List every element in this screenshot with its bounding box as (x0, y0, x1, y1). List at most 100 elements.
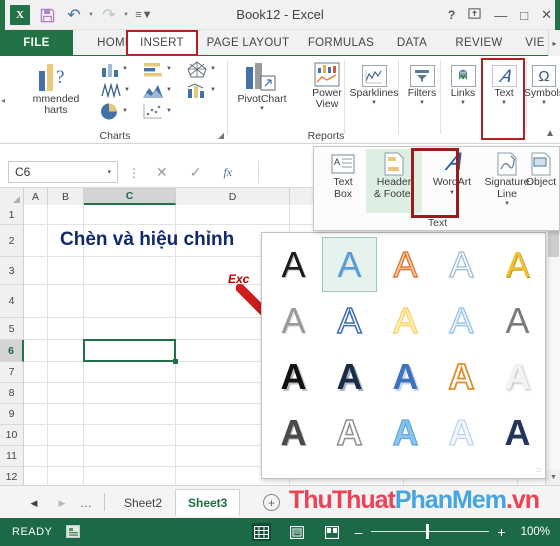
tab-formulas[interactable]: FORMULAS (302, 30, 380, 56)
statistic-chart-caret-icon[interactable]: ▼ (124, 87, 130, 93)
row-header-6[interactable]: 6 (0, 340, 24, 362)
undo-dropdown-icon[interactable]: ▼ (88, 12, 94, 18)
insert-function-icon[interactable]: fx (223, 165, 232, 180)
symbols-button[interactable]: Ω Symbols ▼ (524, 64, 560, 106)
column-chart-caret-icon[interactable]: ▼ (122, 66, 128, 72)
wordart-style-7-cell[interactable]: A (322, 293, 377, 348)
row-header-8[interactable]: 8 (0, 383, 24, 404)
filters-button[interactable]: Filters ▼ (402, 64, 442, 106)
symbols-caret-icon[interactable]: ▼ (541, 100, 547, 106)
ribbon-display-options-icon[interactable] (468, 7, 481, 23)
wordart-style-9-cell[interactable]: A (434, 293, 489, 348)
row-header-4[interactable]: 4 (0, 285, 24, 318)
power-view-button[interactable]: Power View (305, 60, 349, 110)
selected-cell-c6[interactable] (83, 339, 176, 362)
row-header-7[interactable]: 7 (0, 362, 24, 383)
row-header-5[interactable]: 5 (0, 318, 24, 340)
formula-bar-handle[interactable]: ⋮ (128, 166, 140, 180)
sparklines-caret-icon[interactable]: ▼ (371, 100, 377, 106)
radar-chart-caret-icon[interactable]: ▼ (210, 66, 216, 72)
scatter-chart-caret-icon[interactable]: ▼ (166, 108, 172, 114)
undo-icon[interactable]: ↶ (62, 3, 86, 27)
tab-file[interactable]: FILE (0, 30, 73, 56)
name-box[interactable]: C6 ▾ (8, 161, 118, 183)
page-layout-view-icon[interactable] (287, 523, 306, 541)
wordart-style-20-cell[interactable]: A (490, 405, 545, 460)
statistic-chart-icon[interactable] (100, 82, 122, 104)
scroll-down-icon[interactable]: ▼ (546, 470, 560, 485)
wordart-style-18-cell[interactable]: A (378, 405, 433, 460)
save-icon[interactable] (35, 3, 59, 27)
tab-review[interactable]: REVIEW (444, 30, 514, 56)
fill-handle[interactable] (173, 359, 178, 364)
sparklines-button[interactable]: Sparklines ▼ (349, 64, 399, 106)
scatter-chart-icon[interactable] (142, 103, 164, 125)
sheet-tab-sheet2[interactable]: Sheet2 (112, 489, 174, 516)
pie-chart-caret-icon[interactable]: ▼ (122, 108, 128, 114)
wordart-style-3-cell[interactable]: A (378, 237, 433, 292)
object-button[interactable]: Object (520, 151, 560, 209)
charts-dialog-launcher-icon[interactable]: ◢ (218, 131, 224, 140)
pie-chart-icon[interactable] (100, 103, 120, 125)
area-chart-caret-icon[interactable]: ▼ (166, 87, 172, 93)
macro-record-icon[interactable] (66, 525, 80, 538)
wordart-style-5-cell[interactable]: A (490, 237, 545, 292)
help-icon[interactable]: ? (448, 8, 455, 22)
links-button[interactable]: Links ▼ (444, 64, 482, 106)
wordart-style-2-cell[interactable]: A (322, 237, 377, 292)
wordart-caret-icon[interactable]: ▼ (449, 190, 455, 196)
area-chart-icon[interactable] (142, 82, 164, 104)
sheet-nav-first-icon[interactable]: ◀ (26, 495, 42, 511)
wordart-style-14-cell[interactable]: A (434, 349, 489, 404)
radar-chart-icon[interactable] (186, 61, 208, 83)
maximize-icon[interactable]: □ (520, 8, 528, 23)
wordart-style-4-cell[interactable]: A (434, 237, 489, 292)
bar-chart-icon[interactable] (142, 61, 164, 83)
pivotchart-button[interactable]: PivotChart ▼ (232, 60, 292, 112)
customize-quick-access-icon[interactable]: ≡▼ (132, 3, 156, 27)
combo-chart-caret-icon[interactable]: ▼ (210, 87, 216, 93)
normal-view-icon[interactable] (252, 523, 271, 541)
minimize-icon[interactable]: — (494, 8, 507, 23)
row-header-12[interactable]: 12 (0, 467, 24, 485)
enter-formula-icon[interactable]: ✓ (190, 164, 202, 181)
wordart-style-16-cell[interactable]: A (266, 405, 321, 460)
wordart-style-10-cell[interactable]: A (490, 293, 545, 348)
combo-chart-icon[interactable] (186, 82, 208, 104)
tab-view[interactable]: VIE (518, 30, 552, 56)
sheet-nav-more-icon[interactable]: … (80, 496, 93, 510)
sheet-nav-last-icon[interactable]: ▶ (54, 495, 70, 511)
zoom-in-icon[interactable]: + (496, 524, 507, 540)
wordart-button[interactable]: 𝐴 WordArt ▼ (424, 151, 480, 209)
redo-icon[interactable]: ↷ (97, 3, 121, 27)
row-header-3[interactable]: 3 (0, 257, 24, 285)
text-caret-icon[interactable]: ▼ (501, 100, 507, 106)
links-caret-icon[interactable]: ▼ (460, 100, 466, 106)
pivotchart-caret-icon[interactable]: ▼ (259, 106, 265, 112)
redo-dropdown-icon[interactable]: ▼ (123, 12, 129, 18)
close-icon[interactable]: ✕ (541, 7, 552, 23)
tab-page-layout[interactable]: PAGE LAYOUT (198, 30, 298, 56)
page-break-view-icon[interactable] (322, 523, 341, 541)
zoom-slider-knob[interactable] (426, 524, 429, 539)
wordart-style-15-cell[interactable]: A (490, 349, 545, 404)
tab-data[interactable]: DATA (388, 30, 436, 56)
wordart-style-19-cell[interactable]: A (434, 405, 489, 460)
new-sheet-button[interactable]: + (263, 494, 280, 511)
ribbon-overflow-icon[interactable]: ▸ (548, 30, 560, 56)
column-header-b[interactable]: B (48, 188, 84, 205)
bar-chart-caret-icon[interactable]: ▼ (166, 66, 172, 72)
column-header-c[interactable]: C (84, 188, 176, 205)
cancel-formula-icon[interactable]: ✕ (156, 164, 168, 181)
wordart-style-11-cell[interactable]: A (266, 349, 321, 404)
zoom-slider[interactable] (371, 523, 489, 540)
row-header-1[interactable]: 1 (0, 205, 24, 225)
text-box-button[interactable]: A Text Box (320, 151, 366, 209)
wordart-style-13-cell[interactable]: A (378, 349, 433, 404)
text-button[interactable]: 𝐴 Text ▼ (485, 64, 523, 106)
signature-line-caret-icon[interactable]: ▼ (504, 201, 510, 207)
row-header-11[interactable]: 11 (0, 446, 24, 467)
wordart-style-12-cell[interactable]: A (322, 349, 377, 404)
header-footer-button[interactable]: Header & Footer (366, 149, 422, 213)
zoom-out-icon[interactable]: – (353, 524, 364, 540)
